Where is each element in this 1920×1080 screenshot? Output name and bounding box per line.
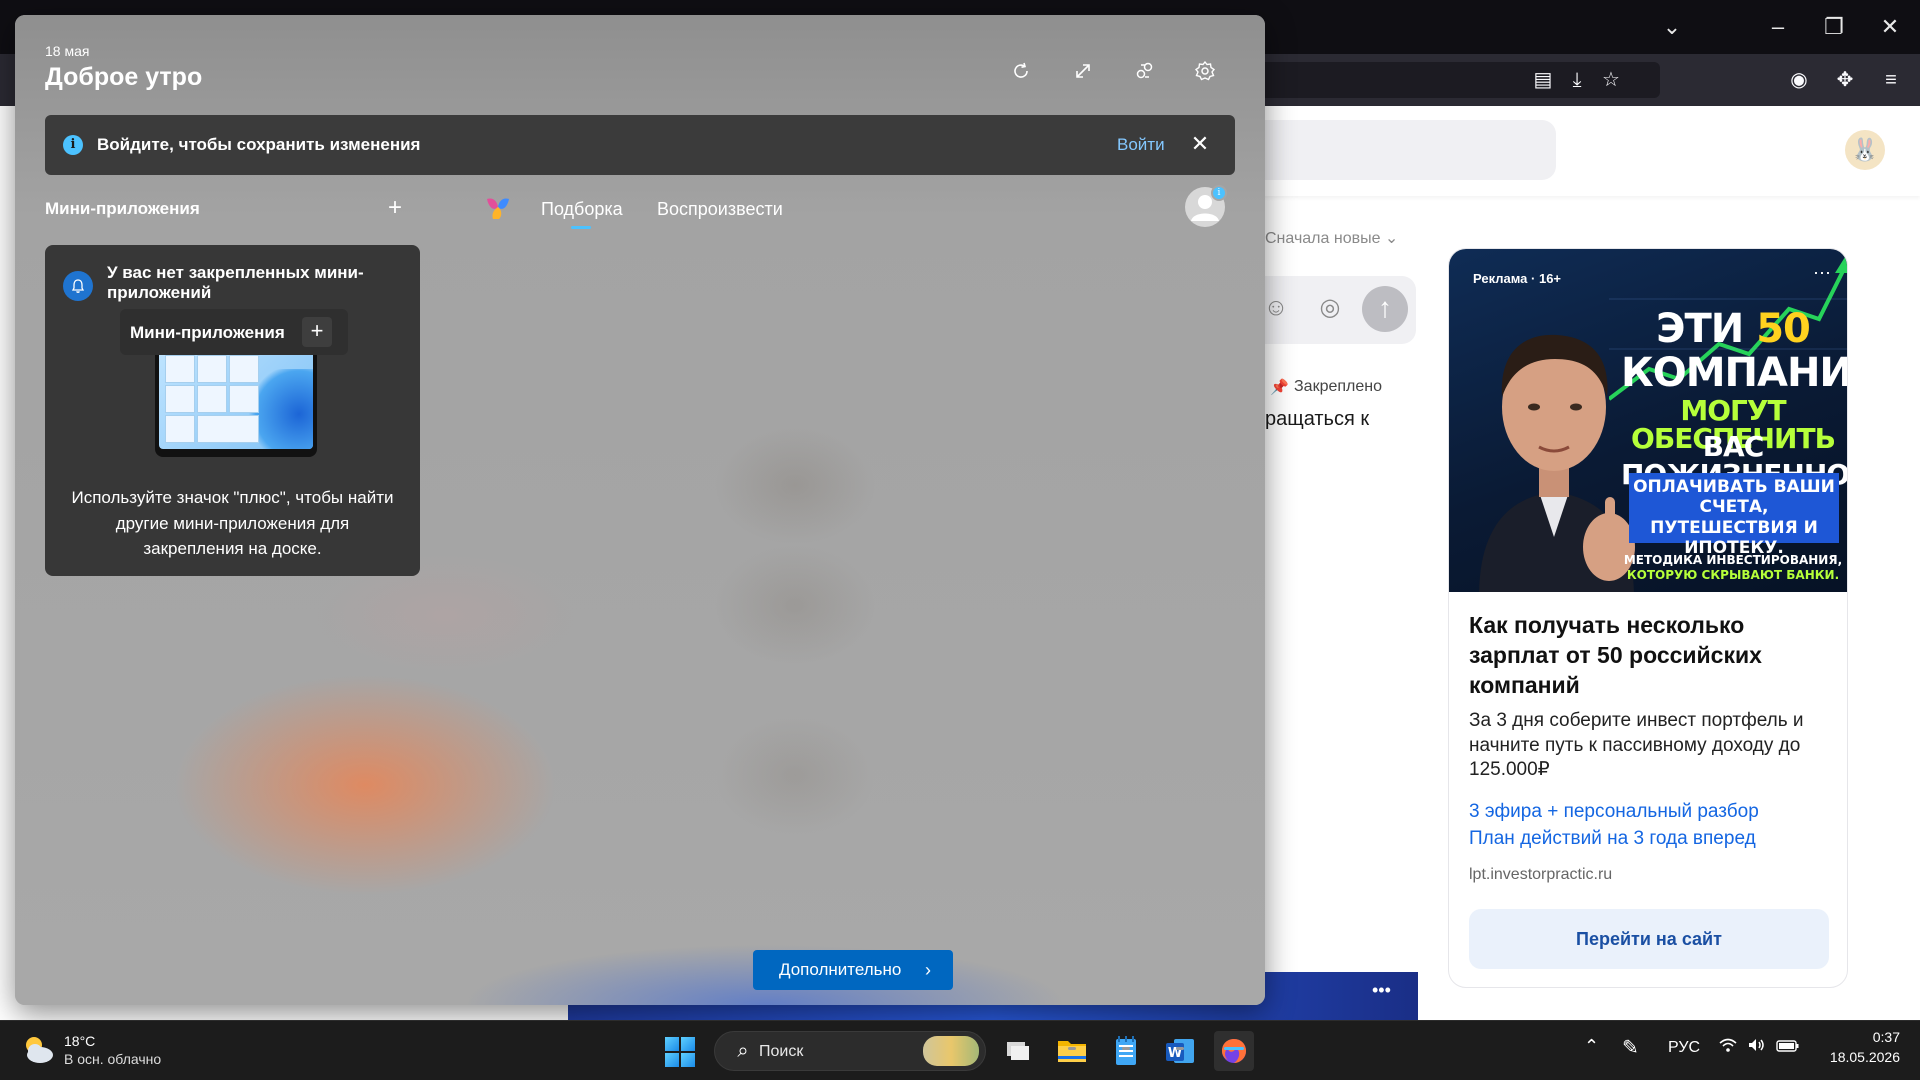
search-label: Поиск [759, 1043, 804, 1060]
wifi-icon[interactable] [1718, 1035, 1738, 1060]
signin-banner: i Войдите, чтобы сохранить изменения Вой… [45, 115, 1235, 175]
tablet-illustration [155, 345, 317, 457]
tooltip-label: Мини-приложения [130, 323, 285, 342]
notepad-running-indicator [1122, 1047, 1130, 1050]
ad-image[interactable]: Реклама · 16+ ⋯ ЭТИ 50 КОМПАНИЙ МОГУТ ОБ… [1449, 249, 1847, 592]
ad-domain: lpt.investorpractic.ru [1469, 866, 1613, 883]
bookmark-star-icon[interactable]: ☆ [1596, 65, 1626, 95]
ad-headline-number: 50 [1756, 306, 1811, 352]
ad-headline-2: КОМПАНИЙ [1621, 350, 1847, 396]
tab-feed[interactable]: Подборка [541, 199, 623, 220]
word-icon[interactable]: W [1160, 1031, 1200, 1071]
tab-list-chevron-icon[interactable]: ⌄ [1652, 12, 1692, 42]
pinned-label: Закреплено [1294, 378, 1382, 395]
signin-link[interactable]: Войти [1117, 135, 1165, 155]
mini-apps-title: Мини-приложения [45, 199, 200, 218]
settings-icon[interactable] [1187, 53, 1223, 89]
taskbar-search[interactable]: ⌕ Поиск [714, 1031, 986, 1071]
user-avatar[interactable]: 🐰 [1845, 130, 1885, 170]
chevron-right-icon: › [925, 960, 931, 980]
file-explorer-icon[interactable] [1052, 1031, 1092, 1071]
clock-date[interactable]: 18.05.2026 [1800, 1049, 1900, 1065]
restore-button[interactable]: ❐ [1814, 12, 1854, 42]
feed-logo-icon [487, 198, 509, 219]
pin-icon: 📌 [1270, 379, 1289, 396]
ad-badge: Реклама · 16+ [1473, 271, 1562, 286]
more-button-label: Дополнительно [779, 960, 902, 979]
comment-text: ращаться к [1265, 408, 1370, 430]
refresh-icon[interactable] [1003, 53, 1039, 89]
empty-card-description: Используйте значок "плюс", чтобы найти д… [71, 488, 394, 558]
ad-subhead: ОПЛАЧИВАТЬ ВАШИ СЧЕТА, ПУТЕШЕСТВИЯ И ИПО… [1633, 477, 1835, 559]
send-button[interactable]: ↑ [1362, 286, 1408, 332]
notepad-icon[interactable] [1106, 1031, 1146, 1071]
weather-description[interactable]: В осн. облачно [64, 1051, 161, 1067]
reader-view-icon[interactable]: ▤ [1528, 65, 1558, 95]
show-hidden-icons-icon[interactable]: ⌃ [1584, 1036, 1599, 1057]
empty-card-title: У вас нет закрепленных мини-приложений [107, 263, 364, 303]
taskbar: 18°C В осн. облачно ⌕ Поиск W ⌃ ✎ РУС 0:… [0, 1020, 1920, 1080]
start-button[interactable] [665, 1037, 695, 1067]
word-running-indicator [1176, 1047, 1184, 1050]
widgets-greeting: Доброе утро [45, 63, 203, 91]
close-window-button[interactable]: ✕ [1870, 12, 1910, 42]
weather-cloud-icon[interactable] [20, 1031, 56, 1067]
profile-info-badge-icon: i [1211, 185, 1227, 201]
sort-label: Сначала новые [1265, 230, 1381, 247]
ad-cta-button[interactable]: Перейти на сайт [1469, 909, 1829, 969]
ad-footer: МЕТОДИКА ИНВЕСТИРОВАНИЯ, КОТОРУЮ СКРЫВАЮ… [1621, 553, 1845, 583]
sort-dropdown[interactable]: Сначала новые ⌄ [1265, 228, 1398, 248]
menu-icon[interactable]: ≡ [1876, 65, 1906, 95]
firefox-active-indicator [1224, 1047, 1244, 1050]
language-indicator[interactable]: РУС [1668, 1039, 1700, 1057]
tab-feed-underline [571, 226, 591, 229]
search-icon: ⌕ [737, 1040, 749, 1062]
ad-link-1[interactable]: 3 эфира + персональный разбор [1469, 801, 1759, 823]
ad-title[interactable]: Как получать несколько зарплат от 50 рос… [1469, 611, 1829, 701]
clock-time[interactable]: 0:37 [1820, 1029, 1900, 1045]
ad-headline-word: ЭТИ [1656, 306, 1744, 352]
widgets-date: 18 мая [45, 43, 90, 59]
tab-play[interactable]: Воспроизвести [657, 199, 783, 220]
ad-menu-icon[interactable]: ⋯ [1813, 263, 1831, 284]
ad-footer-line-1: МЕТОДИКА ИНВЕСТИРОВАНИЯ, [1623, 553, 1843, 567]
signin-message: Войдите, чтобы сохранить изменения [97, 135, 421, 154]
minimize-button[interactable]: – [1758, 12, 1798, 42]
close-icon[interactable]: ✕ [1185, 129, 1215, 159]
ad-description: За 3 дня соберите инвест портфель и начн… [1469, 710, 1804, 781]
firefox-icon[interactable] [1214, 1031, 1254, 1071]
pocket-save-icon[interactable]: ⤓ [1562, 65, 1592, 95]
empty-mini-apps-card: У вас нет закрепленных мини-приложений М… [45, 245, 420, 576]
share-icon[interactable] [1127, 53, 1163, 89]
more-button[interactable]: Дополнительно › [753, 950, 953, 990]
volume-icon[interactable] [1746, 1035, 1766, 1060]
battery-icon[interactable] [1776, 1035, 1800, 1060]
weather-temperature[interactable]: 18°C [64, 1033, 95, 1049]
account-icon[interactable]: ◉ [1784, 65, 1814, 95]
tooltip-add-button: + [302, 317, 332, 347]
more-options-icon[interactable]: ••• [1372, 980, 1391, 1001]
task-view-icon[interactable] [998, 1031, 1038, 1071]
extensions-icon[interactable]: ✥ [1830, 65, 1860, 95]
camera-icon[interactable]: ◎ [1312, 290, 1348, 326]
expand-icon[interactable] [1065, 53, 1101, 89]
info-icon: i [63, 135, 83, 155]
ad-headline-1: ЭТИ 50 [1621, 309, 1845, 349]
widgets-panel: 18 мая Доброе утро i Войдите, чтобы сохр… [15, 15, 1265, 1005]
mini-apps-tooltip: Мини-приложения + [120, 309, 348, 355]
ad-card[interactable]: Реклама · 16+ ⋯ ЭТИ 50 КОМПАНИЙ МОГУТ ОБ… [1448, 248, 1848, 988]
ad-footer-line-2: КОТОРУЮ СКРЫВАЮТ БАНКИ. [1626, 568, 1840, 582]
search-highlight-image [923, 1036, 979, 1066]
file-explorer-running-indicator [1068, 1047, 1076, 1050]
ad-link-2[interactable]: План действий на 3 года вперед [1469, 828, 1756, 850]
pen-icon[interactable]: ✎ [1622, 1035, 1639, 1060]
add-mini-app-button[interactable]: + [381, 195, 409, 223]
bell-icon [63, 271, 93, 301]
page-search-field[interactable] [1240, 120, 1556, 180]
